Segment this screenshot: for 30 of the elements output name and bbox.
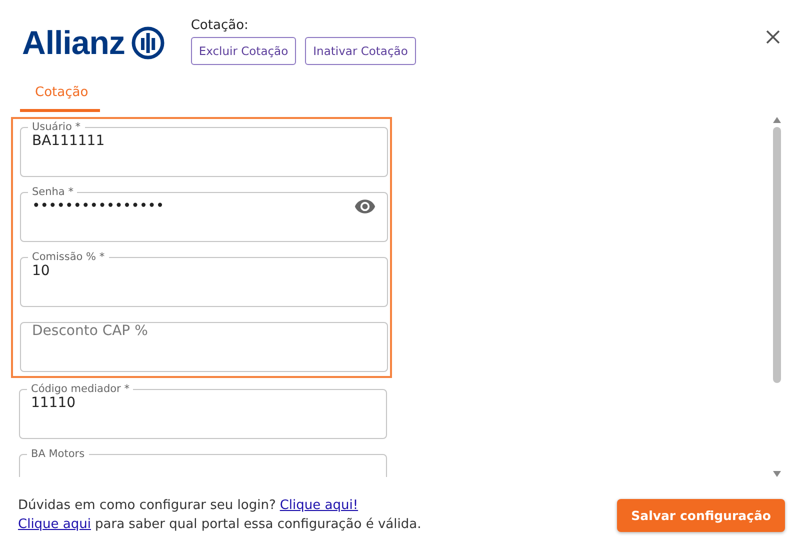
eye-icon[interactable] xyxy=(354,198,376,214)
outline-button[interactable]: Excluir Cotação xyxy=(190,37,296,65)
portal-link[interactable]: Clique aqui xyxy=(18,517,91,532)
help-text: Dúvidas em como configurar seu login? xyxy=(18,498,276,513)
field-placeholder: Desconto CAP % xyxy=(32,323,148,339)
field-value: •••••••••••••••• xyxy=(32,198,164,214)
input-field[interactable]: Código mediador * 11110 xyxy=(19,383,387,439)
field-value: BA111111 xyxy=(32,133,105,149)
quote-label: Cotação: xyxy=(190,18,250,33)
input-field[interactable]: Usuário * BA111111 xyxy=(20,121,388,177)
input-field[interactable]: Comissão % * 10 xyxy=(20,251,388,307)
outline-button[interactable]: Inativar Cotação xyxy=(305,37,416,65)
field-label: BA Motors xyxy=(30,448,86,460)
field-value: 11110 xyxy=(31,395,76,411)
close-icon[interactable] xyxy=(766,30,782,46)
field-label: Usuário * xyxy=(31,121,82,133)
logo-icon xyxy=(130,26,165,60)
portal-text: para saber qual portal essa configuração é válida. xyxy=(95,517,422,532)
help-link[interactable]: Clique aqui! xyxy=(280,498,358,513)
input-field[interactable]: Desconto CAP % xyxy=(20,322,388,372)
field-label: Código mediador * xyxy=(30,383,130,395)
field-label: Comissão % * xyxy=(31,251,106,263)
logo-text: Allianz xyxy=(22,24,125,62)
input-field[interactable]: BA Motors xyxy=(19,448,387,477)
input-field[interactable]: Senha * •••••••••••••••• xyxy=(20,186,388,242)
scroll-down-icon[interactable] xyxy=(773,471,781,477)
scroll-up-icon[interactable] xyxy=(773,117,781,123)
field-value: 10 xyxy=(32,263,50,279)
scrollbar[interactable] xyxy=(770,117,784,477)
field-label: Senha * xyxy=(31,186,74,198)
